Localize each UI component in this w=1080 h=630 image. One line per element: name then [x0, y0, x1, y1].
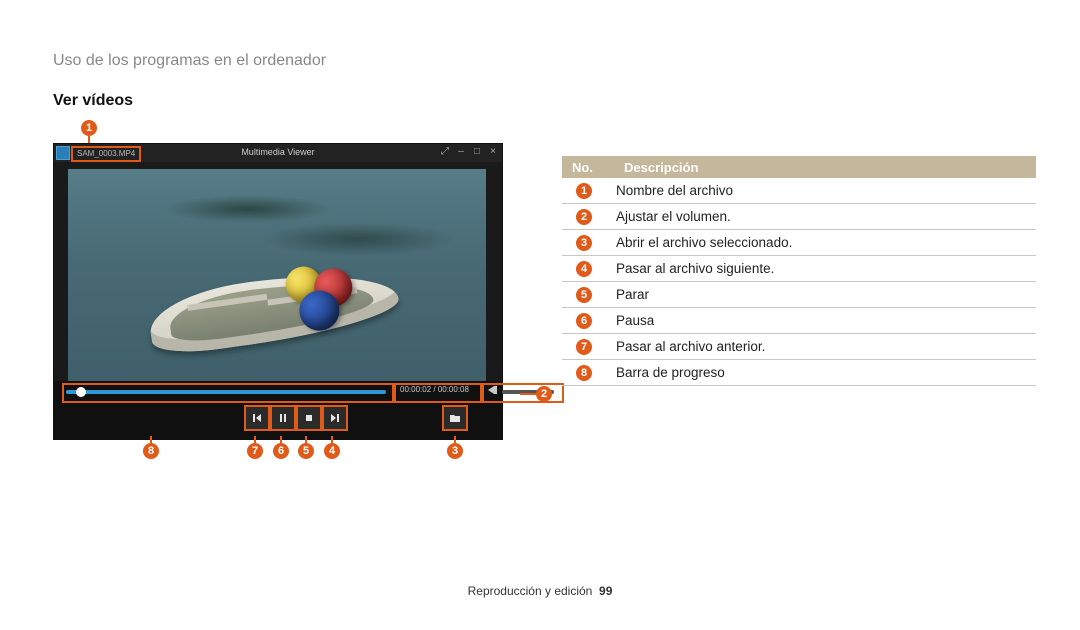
- callout-8: 8: [143, 443, 159, 459]
- maximize-icon[interactable]: □: [472, 146, 482, 157]
- row-number-badge: 1: [576, 183, 592, 199]
- description-table: No. Descripción 1 Nombre del archivo 2 Ajus…: [562, 156, 1036, 386]
- skip-next-icon: [329, 412, 341, 424]
- window-titlebar: SAM_0003.MP4 Multimedia Viewer ⤢ – □ ×: [54, 144, 502, 162]
- transport-buttons: [54, 405, 502, 435]
- callout-2: 2: [536, 386, 552, 402]
- folder-icon: [449, 412, 461, 424]
- stop-icon: [303, 412, 315, 424]
- video-frame: [68, 169, 486, 399]
- expand-icon[interactable]: ⤢: [440, 146, 450, 157]
- leader-line: [254, 436, 256, 444]
- row-description: Nombre del archivo: [616, 183, 733, 198]
- row-description: Ajustar el volumen.: [616, 209, 731, 224]
- table-row: 2 Ajustar el volumen.: [562, 204, 1036, 230]
- stop-button[interactable]: [296, 405, 322, 431]
- open-file-button[interactable]: [442, 405, 468, 431]
- pause-button[interactable]: [270, 405, 296, 431]
- table-row: 7 Pasar al archivo anterior.: [562, 334, 1036, 360]
- leader-line: [454, 436, 456, 444]
- row-number-badge: 7: [576, 339, 592, 355]
- callout-1: 1: [81, 120, 97, 136]
- previous-button[interactable]: [244, 405, 270, 431]
- table-header: No. Descripción: [562, 156, 1036, 178]
- row-number-badge: 5: [576, 287, 592, 303]
- table-row: 5 Parar: [562, 282, 1036, 308]
- leader-line: [150, 436, 152, 444]
- callout-3: 3: [447, 443, 463, 459]
- progress-thumb[interactable]: [76, 387, 86, 397]
- leader-line: [305, 436, 307, 444]
- callout-5: 5: [298, 443, 314, 459]
- row-number-badge: 6: [576, 313, 592, 329]
- leader-line: [331, 436, 333, 444]
- skip-previous-icon: [251, 412, 263, 424]
- player-controls: 00:00:02 / 00:00:08: [54, 381, 502, 439]
- page-footer: Reproducción y edición 99: [0, 584, 1080, 598]
- callout-7: 7: [247, 443, 263, 459]
- callout-4: 4: [324, 443, 340, 459]
- row-number-badge: 3: [576, 235, 592, 251]
- speaker-icon[interactable]: [488, 386, 494, 394]
- time-display: 00:00:02 / 00:00:08: [400, 385, 469, 394]
- section-subtitle: Ver vídeos: [53, 92, 133, 110]
- table-row: 4 Pasar al archivo siguiente.: [562, 256, 1036, 282]
- row-description: Abrir el archivo seleccionado.: [616, 235, 792, 250]
- leader-line: [280, 436, 282, 444]
- row-description: Pasar al archivo siguiente.: [616, 261, 774, 276]
- minimize-icon[interactable]: –: [456, 146, 466, 157]
- row-number-badge: 8: [576, 365, 592, 381]
- row-number-badge: 4: [576, 261, 592, 277]
- next-button[interactable]: [322, 405, 348, 431]
- col-desc-label: Descripción: [624, 160, 1036, 175]
- pause-icon: [277, 412, 289, 424]
- progress-track[interactable]: [66, 390, 386, 394]
- close-icon[interactable]: ×: [488, 146, 498, 157]
- row-description: Parar: [616, 287, 649, 302]
- callout-6: 6: [273, 443, 289, 459]
- footer-section: Reproducción y edición: [468, 584, 593, 598]
- page-header: Uso de los programas en el ordenador: [53, 52, 326, 70]
- leader-line: [520, 393, 536, 395]
- row-description: Pasar al archivo anterior.: [616, 339, 765, 354]
- table-row: 1 Nombre del archivo: [562, 178, 1036, 204]
- row-description: Barra de progreso: [616, 365, 725, 380]
- window-title: Multimedia Viewer: [54, 147, 502, 157]
- table-row: 8 Barra de progreso: [562, 360, 1036, 386]
- window-buttons: ⤢ – □ ×: [440, 146, 498, 157]
- row-number-badge: 2: [576, 209, 592, 225]
- table-row: 3 Abrir el archivo seleccionado.: [562, 230, 1036, 256]
- page-number: 99: [599, 584, 612, 598]
- table-row: 6 Pausa: [562, 308, 1036, 334]
- multimedia-viewer-window: SAM_0003.MP4 Multimedia Viewer ⤢ – □ × 0…: [53, 143, 503, 440]
- col-no-label: No.: [562, 160, 624, 175]
- row-description: Pausa: [616, 313, 654, 328]
